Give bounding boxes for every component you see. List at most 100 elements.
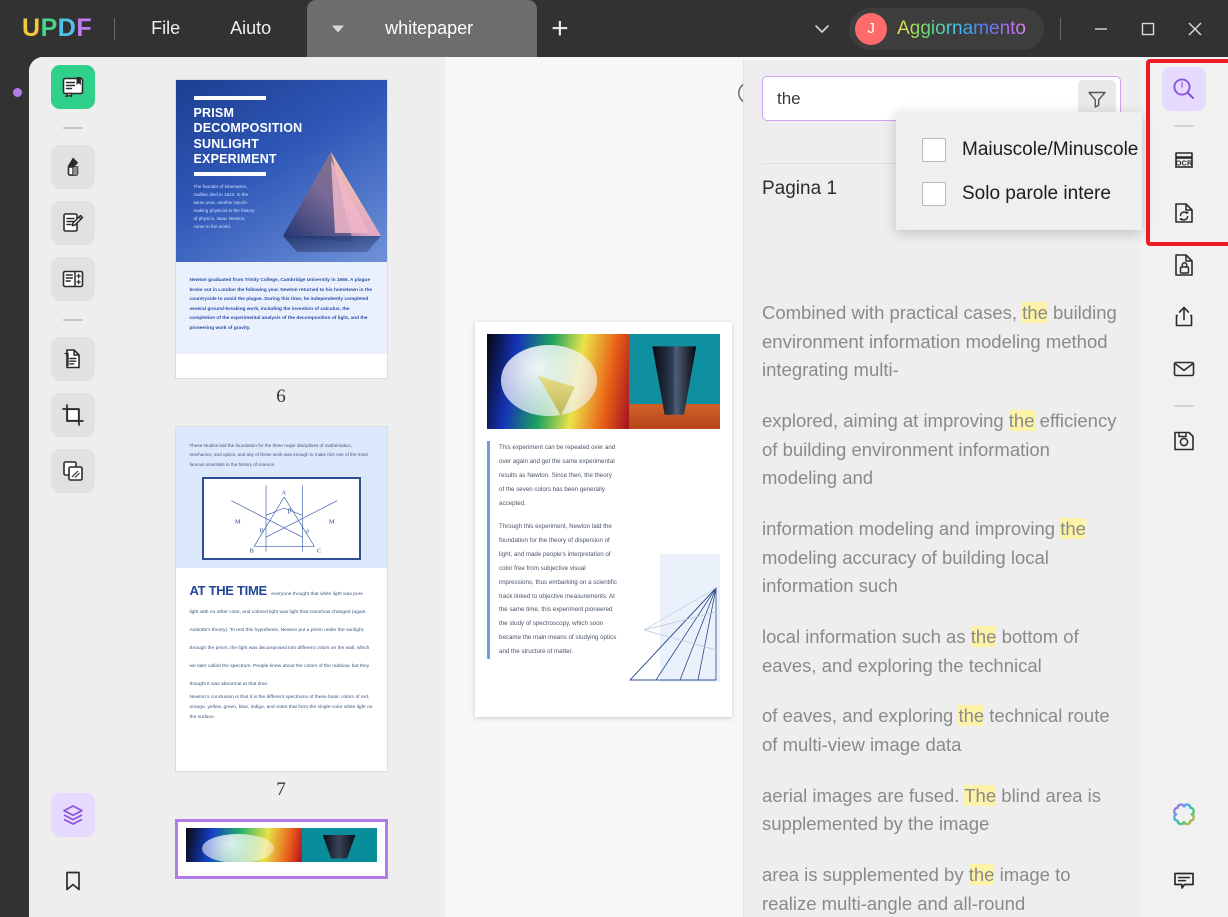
account-button[interactable]: J Aggiornamento: [849, 7, 1044, 50]
thumbnail-item-8[interactable]: [117, 818, 445, 879]
svg-text:β: β: [287, 508, 290, 515]
filter-option-label: Maiuscole/Minuscole: [962, 139, 1139, 160]
result-text-pre: information modeling and improving: [762, 518, 1061, 540]
right-toolbar-divider-2: [1173, 405, 1194, 407]
maximize-icon[interactable]: [1124, 0, 1171, 57]
search-input[interactable]: [777, 88, 1078, 109]
sidebar-item-reader[interactable]: [51, 65, 95, 109]
svg-text:A: A: [281, 490, 286, 497]
result-match-highlight: the: [958, 705, 985, 727]
sidebar-item-convert[interactable]: [1162, 191, 1206, 235]
page6-body-block: Newton graduated from Trinity College, C…: [175, 262, 387, 354]
sidebar-item-save[interactable]: [1162, 419, 1206, 463]
sidebar-item-ocr[interactable]: OCR: [1162, 139, 1206, 183]
sidebar-item-comment[interactable]: [1162, 859, 1206, 903]
sidebar-item-edit-pdf[interactable]: [51, 201, 95, 245]
thumbnail-page-number: 7: [276, 778, 286, 800]
page7-body1: everyone thought that white light was pu…: [189, 592, 370, 688]
page-thumbnail[interactable]: These studies laid the foundation for th…: [174, 425, 388, 772]
sidebar-item-email[interactable]: [1162, 347, 1206, 391]
chevron-down-icon[interactable]: [805, 12, 839, 46]
svg-text:C: C: [317, 548, 321, 555]
search-result-item[interactable]: Combined with practical cases, the build…: [762, 288, 1139, 396]
minimize-icon[interactable]: [1077, 0, 1124, 57]
document-paragraph: Through this experiment, Newton laid the…: [499, 522, 617, 656]
page-thumbnail[interactable]: PRISM DECOMPOSITION SUNLIGHT EXPERIMENT The…: [174, 79, 388, 379]
svg-text:M: M: [328, 519, 334, 526]
prism-image: [282, 152, 381, 252]
document-tab[interactable]: whitepaper: [307, 0, 538, 57]
svg-text:B: B: [259, 528, 263, 535]
document-paragraph: This experiment can be repeated over and…: [499, 444, 616, 507]
checkbox-whole-words[interactable]: [922, 182, 946, 206]
close-icon[interactable]: [1171, 0, 1218, 57]
document-viewer: 30%: [445, 57, 1228, 917]
page8-image: [185, 827, 377, 864]
sidebar-item-layers[interactable]: [51, 793, 95, 837]
page6-hero: PRISM DECOMPOSITION SUNLIGHT EXPERIMENT The…: [175, 80, 387, 262]
toolbar-divider-2: [63, 319, 83, 321]
sidebar-item-organize[interactable]: [51, 449, 95, 493]
toolbar-divider: [63, 127, 83, 129]
document-images: [487, 334, 720, 429]
search-result-item[interactable]: aerial images are fused. The blind area …: [762, 771, 1139, 850]
left-rail: [0, 57, 29, 917]
right-toolbar-divider: [1173, 125, 1194, 127]
page7-intro-block: These studies laid the foundation for th…: [175, 426, 387, 569]
result-match-highlight: the: [970, 626, 997, 648]
new-tab-button[interactable]: +: [551, 13, 569, 44]
document-diagram: [629, 554, 720, 682]
search-result-item[interactable]: information modeling and improving the m…: [762, 504, 1139, 612]
search-panel: Pagina 1 Combined with practical cases, …: [743, 60, 1142, 917]
sidebar-item-annotate[interactable]: [51, 145, 95, 189]
checkbox-match-case[interactable]: [922, 138, 946, 162]
sidebar-item-page-layout[interactable]: [51, 257, 95, 301]
menu-aiuto[interactable]: Aiuto: [216, 12, 285, 45]
tab-caret-down-icon[interactable]: [332, 25, 345, 32]
thumbnail-page-number: 6: [276, 385, 286, 407]
thumbnail-item-6[interactable]: PRISM DECOMPOSITION SUNLIGHT EXPERIMENT The…: [117, 79, 445, 426]
result-match-highlight: the: [1060, 518, 1086, 540]
right-toolbar: OCR: [1139, 57, 1228, 917]
result-text-pre: of eaves, and exploring: [762, 705, 959, 727]
page7-body2: Newton's conclusion is that it is the di…: [189, 695, 373, 721]
result-text-post: modeling accuracy of building local info…: [762, 546, 1049, 597]
result-match-highlight: the: [1008, 410, 1035, 432]
left-toolbar: [29, 57, 117, 917]
thumbnail-panel[interactable]: PRISM DECOMPOSITION SUNLIGHT EXPERIMENT The…: [117, 57, 445, 917]
page6-body-text: Newton graduated from Trinity College, C…: [189, 278, 373, 331]
titlebar-right-group: J Aggiornamento: [805, 0, 1228, 57]
search-result-item[interactable]: of eaves, and exploring the technical ro…: [762, 691, 1139, 770]
title-bar: UPDF File Aiuto whitepaper + J Aggiornam…: [0, 0, 1228, 57]
menu-file[interactable]: File: [137, 12, 194, 45]
search-result-item[interactable]: explored, aiming at improving the effici…: [762, 396, 1139, 504]
filter-option-whole-words[interactable]: Solo parole intere: [896, 172, 1142, 216]
search-result-item[interactable]: area is supplemented by the image to rea…: [762, 850, 1139, 917]
sidebar-item-search[interactable]: [1161, 67, 1206, 111]
filter-dropdown[interactable]: Maiuscole/Minuscole Solo parole intere: [896, 112, 1142, 230]
sidebar-item-crop[interactable]: [51, 393, 95, 437]
search-result-item[interactable]: local information such as the bottom of …: [762, 612, 1139, 691]
sidebar-item-share[interactable]: [1162, 295, 1206, 339]
filter-option-match-case[interactable]: Maiuscole/Minuscole: [896, 128, 1142, 172]
svg-text:M: M: [235, 519, 241, 526]
account-name: Aggiornamento: [897, 17, 1026, 39]
page-thumbnail-selected[interactable]: [174, 818, 388, 879]
sidebar-item-convert[interactable]: [51, 337, 95, 381]
document-page[interactable]: This experiment can be repeated over and…: [475, 322, 732, 717]
page7-caption-block: AT THE TIME everyone thought that white …: [176, 568, 387, 722]
svg-text:B: B: [249, 548, 253, 555]
sidebar-item-ai-assistant[interactable]: [1162, 791, 1206, 835]
thumbnail-item-7[interactable]: These studies laid the foundation for th…: [117, 425, 445, 819]
filter-option-label: Solo parole intere: [962, 183, 1111, 204]
document-text: This experiment can be repeated over and…: [499, 441, 617, 659]
updf-logo: UPDF: [22, 14, 93, 42]
result-match-highlight: the: [1022, 302, 1048, 323]
sidebar-item-bookmark[interactable]: [51, 859, 95, 903]
status-dot-icon: [13, 88, 22, 97]
search-results-list[interactable]: Combined with practical cases, the build…: [744, 288, 1139, 917]
sidebar-item-protect[interactable]: [1162, 243, 1206, 287]
app-body: PRISM DECOMPOSITION SUNLIGHT EXPERIMENT The…: [0, 57, 1228, 917]
result-text-pre: explored, aiming at improving: [762, 410, 1009, 432]
result-text-pre: aerial images are fused.: [762, 784, 965, 806]
